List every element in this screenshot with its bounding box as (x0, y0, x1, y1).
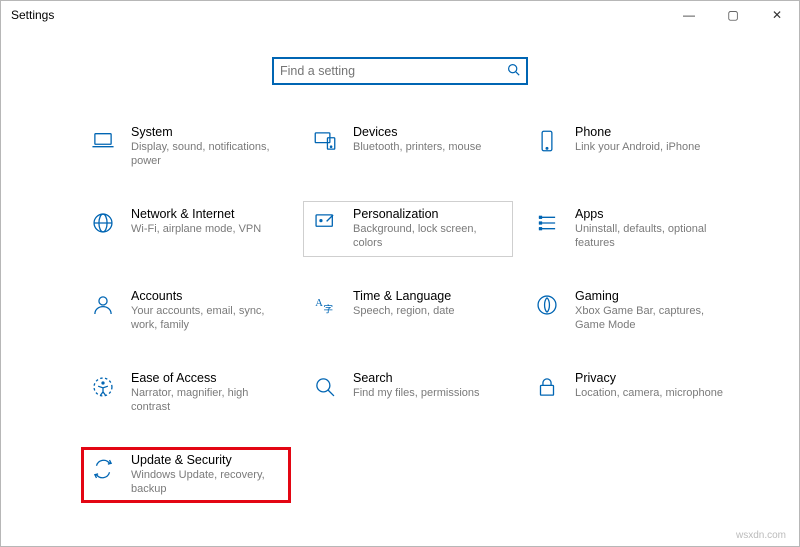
tile-privacy[interactable]: Privacy Location, camera, microphone (525, 365, 735, 421)
tile-desc: Xbox Game Bar, captures, Game Mode (575, 305, 727, 333)
gaming-icon (533, 291, 561, 319)
tile-title: Gaming (575, 289, 727, 303)
window-title: Settings (11, 8, 54, 22)
apps-icon (533, 209, 561, 237)
content-area: System Display, sound, notifications, po… (1, 29, 799, 546)
tile-title: Time & Language (353, 289, 455, 303)
tile-search[interactable]: Search Find my files, permissions (303, 365, 513, 421)
paintbrush-icon (311, 209, 339, 237)
tile-title: Accounts (131, 289, 283, 303)
tile-title: Network & Internet (131, 207, 261, 221)
tile-desc: Bluetooth, printers, mouse (353, 141, 481, 155)
settings-grid: System Display, sound, notifications, po… (1, 85, 799, 503)
tile-title: Privacy (575, 371, 723, 385)
tile-time-language[interactable]: A字 Time & Language Speech, region, date (303, 283, 513, 339)
tile-title: Apps (575, 207, 727, 221)
tile-desc: Speech, region, date (353, 305, 455, 319)
tile-gaming[interactable]: Gaming Xbox Game Bar, captures, Game Mod… (525, 283, 735, 339)
laptop-icon (89, 127, 117, 155)
settings-window: Settings — ▢ ✕ System Dis (0, 0, 800, 547)
tile-title: Devices (353, 125, 481, 139)
svg-text:字: 字 (323, 302, 333, 315)
close-button[interactable]: ✕ (755, 1, 799, 29)
language-icon: A字 (311, 291, 339, 319)
tile-desc: Uninstall, defaults, optional features (575, 223, 727, 251)
search-box[interactable] (272, 57, 528, 85)
tile-title: Personalization (353, 207, 505, 221)
tile-phone[interactable]: Phone Link your Android, iPhone (525, 119, 735, 175)
tile-desc: Display, sound, notifications, power (131, 141, 283, 169)
search-row (1, 57, 799, 85)
search-input[interactable] (280, 64, 507, 78)
tile-accounts[interactable]: Accounts Your accounts, email, sync, wor… (81, 283, 291, 339)
minimize-button[interactable]: — (667, 1, 711, 29)
tile-system[interactable]: System Display, sound, notifications, po… (81, 119, 291, 175)
globe-icon (89, 209, 117, 237)
tile-desc: Narrator, magnifier, high contrast (131, 387, 283, 415)
tile-title: Phone (575, 125, 700, 139)
watermark: wsxdn.com (736, 530, 786, 541)
tile-desc: Your accounts, email, sync, work, family (131, 305, 283, 333)
search-tile-icon (311, 373, 339, 401)
tile-network[interactable]: Network & Internet Wi-Fi, airplane mode,… (81, 201, 291, 257)
search-icon (507, 63, 520, 79)
tile-desc: Windows Update, recovery, backup (131, 469, 283, 497)
lock-icon (533, 373, 561, 401)
tile-desc: Find my files, permissions (353, 387, 480, 401)
tile-title: System (131, 125, 283, 139)
titlebar: Settings — ▢ ✕ (1, 1, 799, 29)
phone-icon (533, 127, 561, 155)
tile-update-security[interactable]: Update & Security Windows Update, recove… (81, 447, 291, 503)
devices-icon (311, 127, 339, 155)
tile-apps[interactable]: Apps Uninstall, defaults, optional featu… (525, 201, 735, 257)
accessibility-icon (89, 373, 117, 401)
tile-ease-of-access[interactable]: Ease of Access Narrator, magnifier, high… (81, 365, 291, 421)
tile-desc: Wi-Fi, airplane mode, VPN (131, 223, 261, 237)
tile-personalization[interactable]: Personalization Background, lock screen,… (303, 201, 513, 257)
tile-desc: Link your Android, iPhone (575, 141, 700, 155)
window-controls: — ▢ ✕ (667, 1, 799, 29)
person-icon (89, 291, 117, 319)
tile-devices[interactable]: Devices Bluetooth, printers, mouse (303, 119, 513, 175)
tile-title: Ease of Access (131, 371, 283, 385)
tile-desc: Location, camera, microphone (575, 387, 723, 401)
tile-title: Update & Security (131, 453, 283, 467)
sync-icon (89, 455, 117, 483)
tile-desc: Background, lock screen, colors (353, 223, 505, 251)
maximize-button[interactable]: ▢ (711, 1, 755, 29)
tile-title: Search (353, 371, 480, 385)
svg-text:A: A (315, 298, 323, 309)
